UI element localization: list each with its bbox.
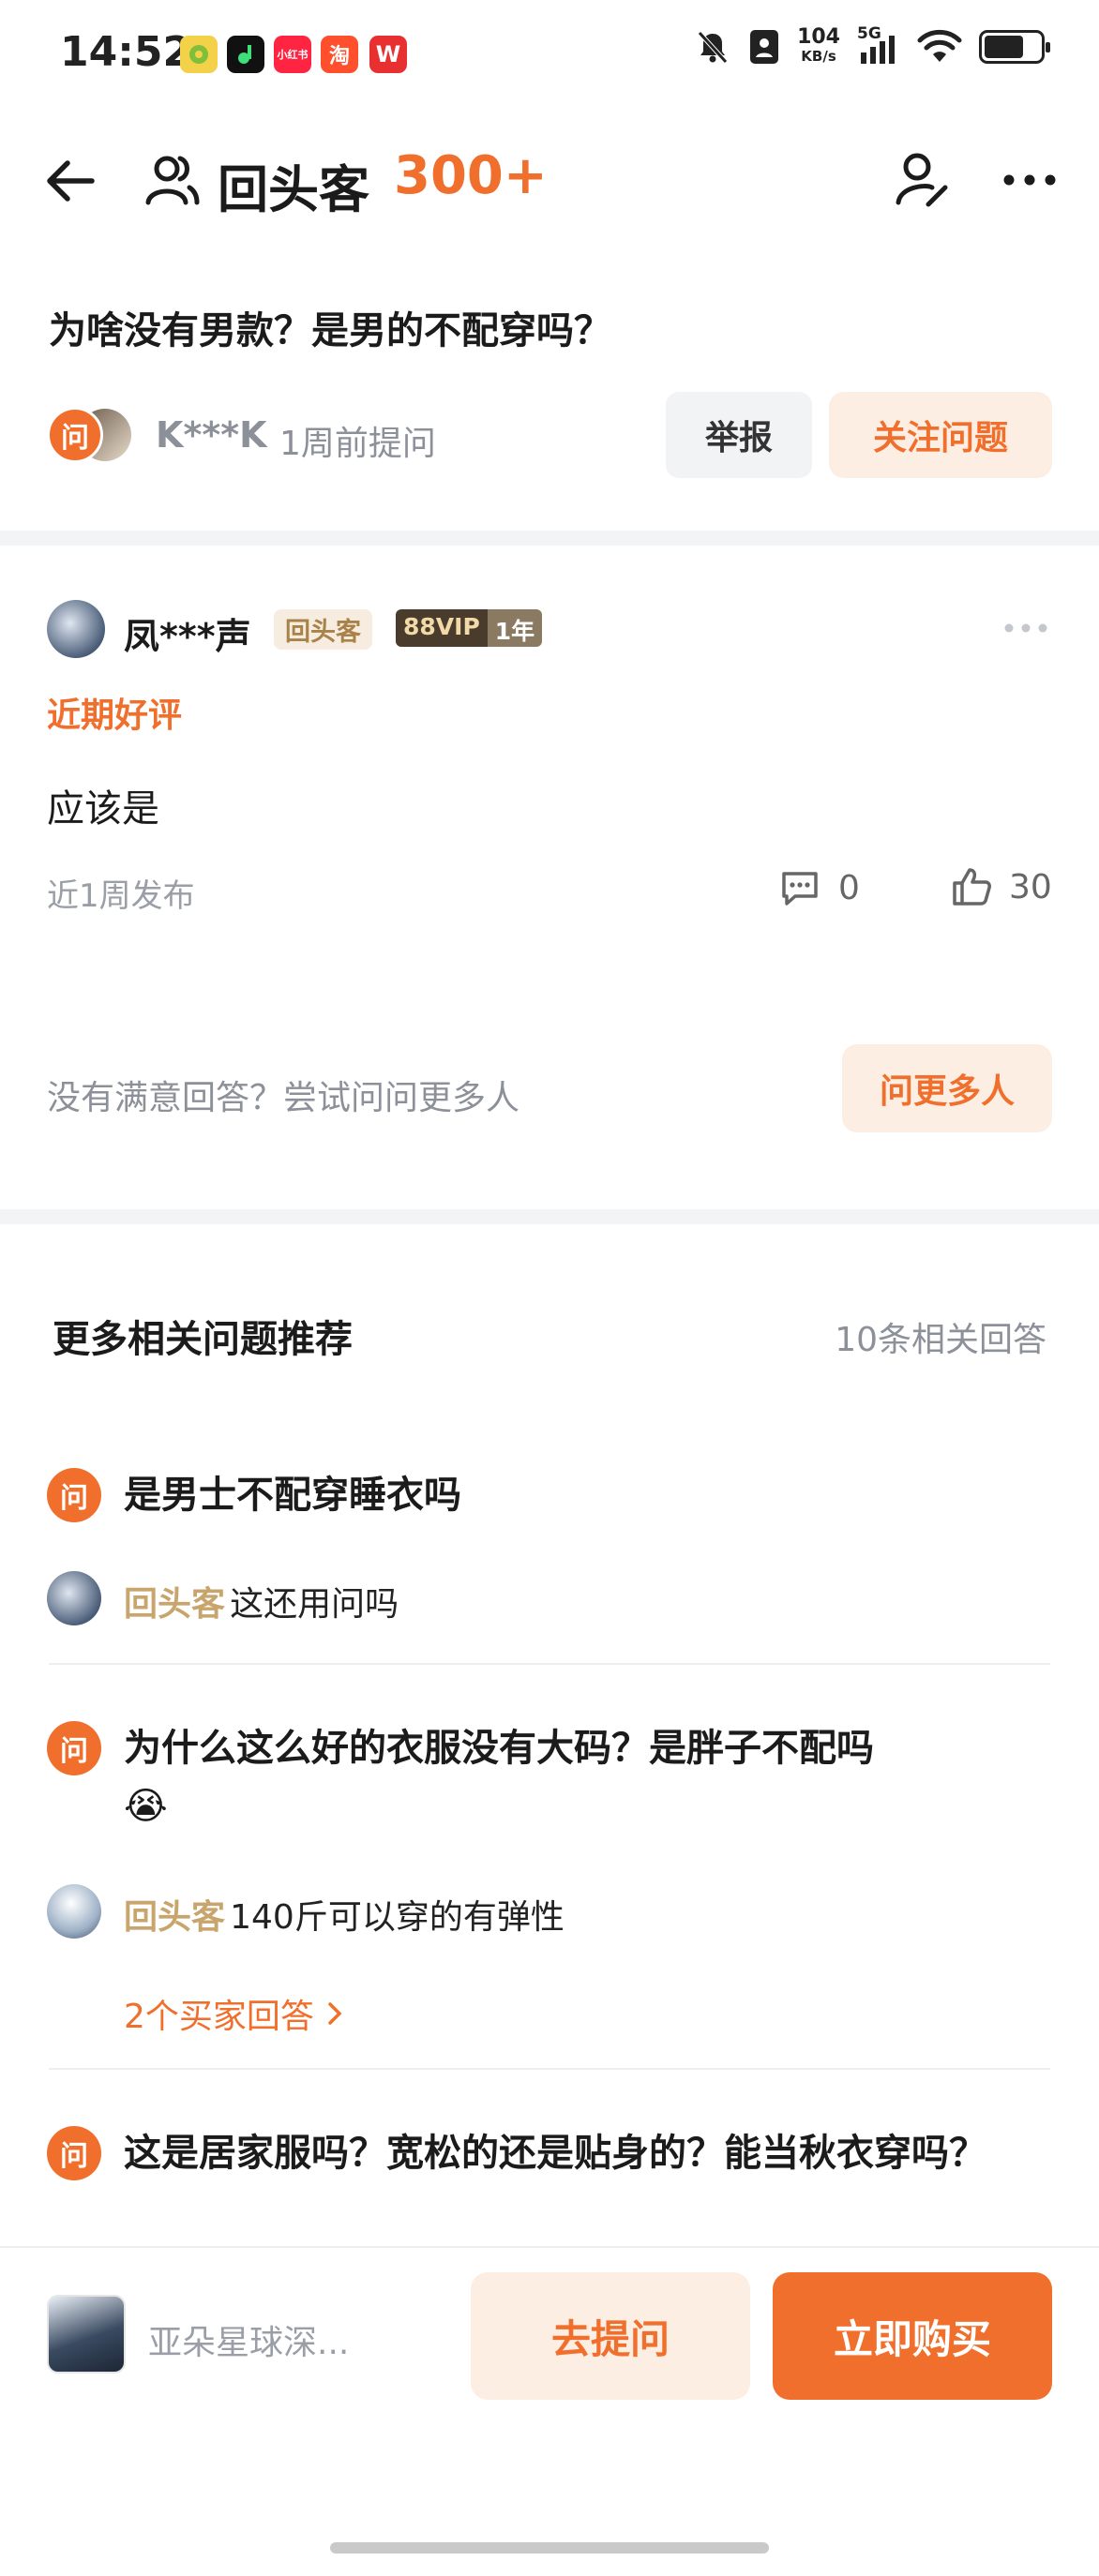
page-title: 回头客 bbox=[218, 160, 369, 219]
section-divider-2 bbox=[0, 1209, 1099, 1224]
chevron-right-icon bbox=[328, 2002, 342, 2025]
ask-more-people-button[interactable]: 问更多人 bbox=[842, 1044, 1052, 1132]
related-question-badge: 问 bbox=[47, 2126, 101, 2180]
repeat-customer-label: 回头客 bbox=[124, 1585, 226, 1624]
related-question-badge: 问 bbox=[47, 1468, 101, 1522]
more-icon[interactable] bbox=[1001, 169, 1058, 191]
related-answer: 回头客 这还用问吗 bbox=[124, 1577, 399, 1625]
answerer-name: 凤***声 bbox=[124, 616, 251, 657]
recent-review-tag: 近期好评 bbox=[47, 696, 183, 735]
app-icon-1 bbox=[180, 36, 218, 73]
related-question-title[interactable]: 这是居家服吗？宽松的还是贴身的？能当秋衣穿吗？ bbox=[124, 2124, 1052, 2182]
cellular-signal-icon: 5G bbox=[857, 24, 900, 66]
comment-icon bbox=[782, 872, 818, 906]
product-thumbnail[interactable] bbox=[47, 2295, 126, 2374]
crying-emoji: 😭 bbox=[124, 1785, 168, 1828]
related-question-badge: 问 bbox=[47, 1721, 101, 1775]
answer-time: 近1周发布 bbox=[47, 877, 195, 915]
more-answers-link[interactable]: 2个买家回答 bbox=[124, 1989, 346, 2038]
wifi-icon bbox=[917, 29, 962, 62]
related-answer-text: 这还用问吗 bbox=[230, 1585, 399, 1624]
repeat-customer-tag: 回头客 bbox=[274, 609, 372, 650]
repeat-customer-label: 回头客 bbox=[124, 1898, 226, 1937]
list-divider bbox=[49, 1663, 1050, 1665]
user-edit-icon[interactable] bbox=[891, 148, 953, 210]
w-app-icon: W bbox=[369, 36, 407, 73]
ask-time: 1周前提问 bbox=[279, 425, 436, 463]
related-answer-avatar bbox=[47, 1571, 101, 1625]
taobao-icon: 淘 bbox=[321, 36, 358, 73]
contact-card-icon bbox=[750, 30, 779, 64]
related-section-title: 更多相关问题推荐 bbox=[53, 1318, 353, 1361]
question-title: 为啥没有男款？是男的不配穿吗？ bbox=[49, 309, 611, 352]
comment-button[interactable]: 0 bbox=[778, 866, 860, 909]
comment-count: 0 bbox=[838, 868, 860, 907]
section-divider bbox=[0, 531, 1099, 546]
question-badge: 问 bbox=[47, 407, 103, 463]
back-arrow-icon[interactable] bbox=[41, 152, 99, 210]
answer-count: 300+ bbox=[394, 145, 548, 206]
asker-avatars: 问 bbox=[47, 407, 133, 463]
more-answers-label: 2个买家回答 bbox=[124, 1998, 314, 2036]
answerer-avatar bbox=[47, 600, 105, 658]
product-name[interactable]: 亚朵星球深... bbox=[148, 2315, 349, 2364]
related-answer-avatar bbox=[47, 1884, 101, 1939]
follow-question-button[interactable]: 关注问题 bbox=[829, 392, 1052, 478]
mute-icon bbox=[698, 31, 728, 64]
vip-badge: 88VIP 1年 bbox=[396, 609, 543, 647]
ask-more-prompt: 没有满意回答？尝试问问更多人 bbox=[47, 1079, 520, 1117]
answer-more-icon[interactable] bbox=[1003, 621, 1048, 636]
related-question-title[interactable]: 是男士不配穿睡衣吗 bbox=[124, 1466, 461, 1524]
asker-name: K***K bbox=[156, 414, 267, 456]
answer-text: 应该是 bbox=[47, 787, 159, 831]
thumbs-up-icon bbox=[953, 868, 991, 906]
app-icon-2 bbox=[227, 36, 264, 73]
status-time: 14:52 bbox=[60, 28, 192, 76]
related-question-title[interactable]: 为什么这么好的衣服没有大码？是胖子不配吗 😭 bbox=[124, 1719, 1024, 1835]
net-speed: 104 KB/s bbox=[797, 25, 840, 66]
report-button[interactable]: 举报 bbox=[666, 392, 812, 478]
xiaohongshu-icon: 小红书 bbox=[274, 36, 311, 73]
like-button[interactable]: 30 bbox=[949, 864, 1052, 909]
related-answer: 回头客 140斤可以穿的有弹性 bbox=[124, 1890, 565, 1939]
battery-icon bbox=[979, 30, 1050, 64]
related-answer-count[interactable]: 10条相关回答 bbox=[835, 1312, 1046, 1361]
like-count: 30 bbox=[1009, 867, 1052, 906]
ask-question-button[interactable]: 去提问 bbox=[471, 2272, 750, 2400]
status-icons: 104 KB/s 5G bbox=[694, 24, 1050, 66]
buy-now-button[interactable]: 立即购买 bbox=[773, 2272, 1052, 2400]
list-divider bbox=[49, 2068, 1050, 2070]
related-answer-text: 140斤可以穿的有弹性 bbox=[230, 1898, 565, 1937]
user-group-icon bbox=[145, 156, 200, 205]
home-indicator[interactable] bbox=[330, 2542, 769, 2554]
